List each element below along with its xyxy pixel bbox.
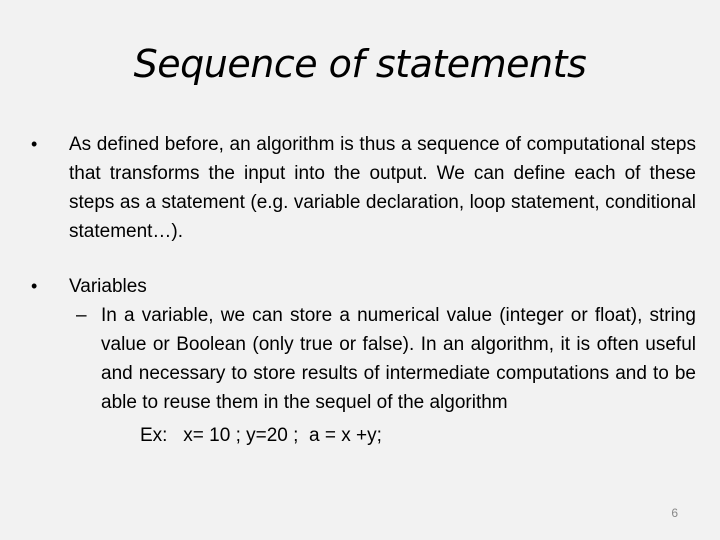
bullet-text: Variables [69,276,147,297]
bullet-dot-icon: • [31,134,38,154]
slide-number: 6 [671,506,678,520]
bullet-row: • As defined before, an algorithm is thu… [22,130,702,246]
dash-icon: – [76,305,87,326]
bullet-algorithm-definition: • As defined before, an algorithm is thu… [22,130,702,246]
slide-title: Sequence of statements [133,42,587,86]
bullet-row: • Variables [22,272,702,301]
sub-bullet-row: – In a variable, we can store a numerica… [72,301,702,417]
bullet-variables: • Variables – In a variable, we can stor… [22,272,702,450]
sub-bullet-text: In a variable, we can store a numerical … [101,305,696,413]
code-example: Ex: x= 10 ; y=20 ; a = x +y; [140,425,382,446]
bullet-dot-icon: • [31,276,38,296]
bullet-text: As defined before, an algorithm is thus … [69,134,696,242]
